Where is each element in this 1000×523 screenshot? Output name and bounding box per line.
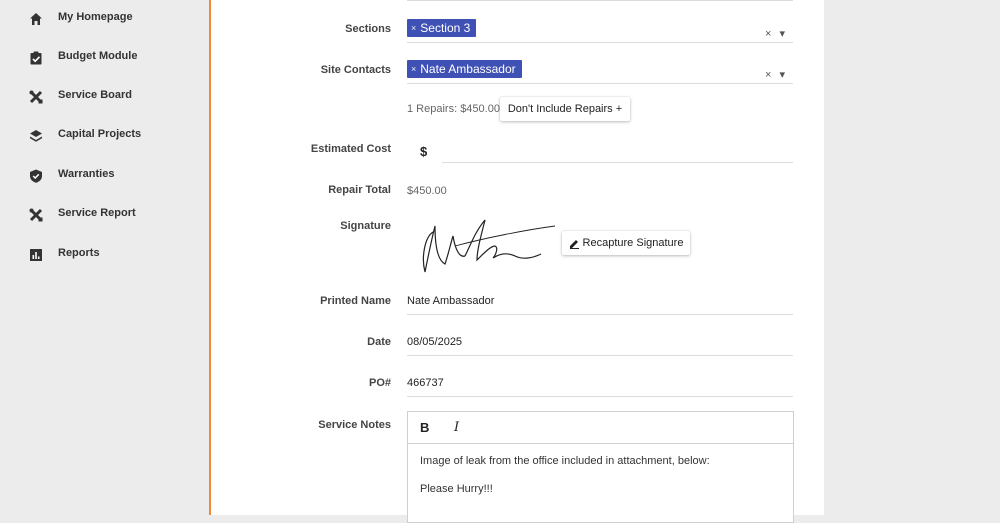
recapture-signature-button[interactable]: Recapture Signature (562, 231, 690, 255)
currency-symbol: $ (420, 144, 428, 159)
po-input[interactable]: 466737 (407, 377, 444, 389)
site-contacts-select-controls: × ▾ (765, 68, 785, 81)
service-notes-editor[interactable]: B I Image of leak from the office includ… (407, 411, 794, 523)
site-contacts-label: Site Contacts (320, 64, 391, 76)
home-icon (30, 13, 42, 25)
sidebar-item-label: Budget Module (58, 50, 138, 62)
sidebar: My Homepage Budget Module Service Board … (0, 0, 209, 515)
chip-label: Section 3 (420, 21, 471, 35)
sidebar-item-label: Capital Projects (58, 128, 142, 140)
editor-line: Image of leak from the office included i… (420, 455, 710, 467)
chevron-down-icon[interactable]: ▾ (779, 28, 785, 40)
estimated-cost-underline (442, 162, 793, 163)
sidebar-item-label: Service Board (58, 89, 132, 101)
pencil-icon (569, 239, 579, 249)
bar-chart-icon (30, 249, 42, 261)
printed-name-label: Printed Name (320, 295, 391, 307)
date-input[interactable]: 08/05/2025 (407, 336, 462, 348)
po-underline (407, 396, 793, 397)
sidebar-item-capital-projects[interactable]: Capital Projects (0, 121, 209, 151)
bold-button[interactable]: B (420, 420, 429, 435)
page-background (824, 0, 1000, 515)
repair-total-label: Repair Total (328, 184, 391, 196)
sidebar-item-budget-module[interactable]: Budget Module (0, 43, 209, 73)
editor-line: Please Hurry!!! (420, 483, 493, 495)
clear-icon[interactable]: × (765, 28, 771, 40)
signature-label: Signature (340, 220, 391, 232)
po-label: PO# (368, 377, 391, 389)
shield-check-icon (30, 169, 42, 183)
sections-select-controls: × ▾ (765, 27, 785, 40)
contact-chip[interactable]: × Nate Ambassador (407, 60, 522, 78)
sidebar-item-label: Service Report (58, 207, 136, 219)
sidebar-item-label: Reports (58, 247, 100, 259)
date-label: Date (367, 336, 391, 348)
date-underline (407, 355, 793, 356)
chevron-down-icon[interactable]: ▾ (779, 69, 785, 81)
dont-include-repairs-button[interactable]: Don't Include Repairs + (500, 97, 630, 121)
wrench-screwdriver-icon (29, 90, 43, 104)
estimated-cost-label: Estimated Cost (310, 143, 391, 155)
repair-total-value: $450.00 (407, 185, 447, 197)
printed-name-underline (407, 314, 793, 315)
sidebar-item-label: My Homepage (58, 11, 133, 23)
sidebar-item-service-board[interactable]: Service Board (0, 82, 209, 112)
repairs-summary: 1 Repairs: $450.00 (407, 103, 500, 115)
estimated-cost-input[interactable] (442, 144, 792, 160)
clipboard-check-icon (30, 51, 42, 65)
service-notes-label: Service Notes (318, 419, 391, 431)
chip-remove-icon[interactable]: × (411, 64, 416, 74)
printed-name-input[interactable]: Nate Ambassador (407, 295, 494, 307)
sidebar-item-my-homepage[interactable]: My Homepage (0, 4, 209, 34)
sidebar-item-label: Warranties (58, 168, 115, 180)
site-contacts-underline (407, 83, 793, 84)
clear-icon[interactable]: × (765, 69, 771, 81)
sidebar-item-reports[interactable]: Reports (0, 240, 209, 270)
italic-button[interactable]: I (454, 420, 459, 435)
editor-toolbar: B I (408, 412, 793, 444)
field-underline (407, 0, 793, 1)
section-chip[interactable]: × Section 3 (407, 19, 477, 37)
layers-icon (30, 130, 42, 142)
sections-underline (407, 42, 793, 43)
signature-image (422, 219, 556, 273)
recapture-signature-label: Recapture Signature (582, 237, 684, 249)
wrench-screwdriver-icon (29, 208, 43, 222)
chip-label: Nate Ambassador (420, 62, 516, 76)
sidebar-item-warranties[interactable]: Warranties (0, 161, 209, 191)
sidebar-item-service-report[interactable]: Service Report (0, 200, 209, 230)
chip-remove-icon[interactable]: × (411, 23, 416, 33)
sections-label: Sections (345, 23, 391, 35)
